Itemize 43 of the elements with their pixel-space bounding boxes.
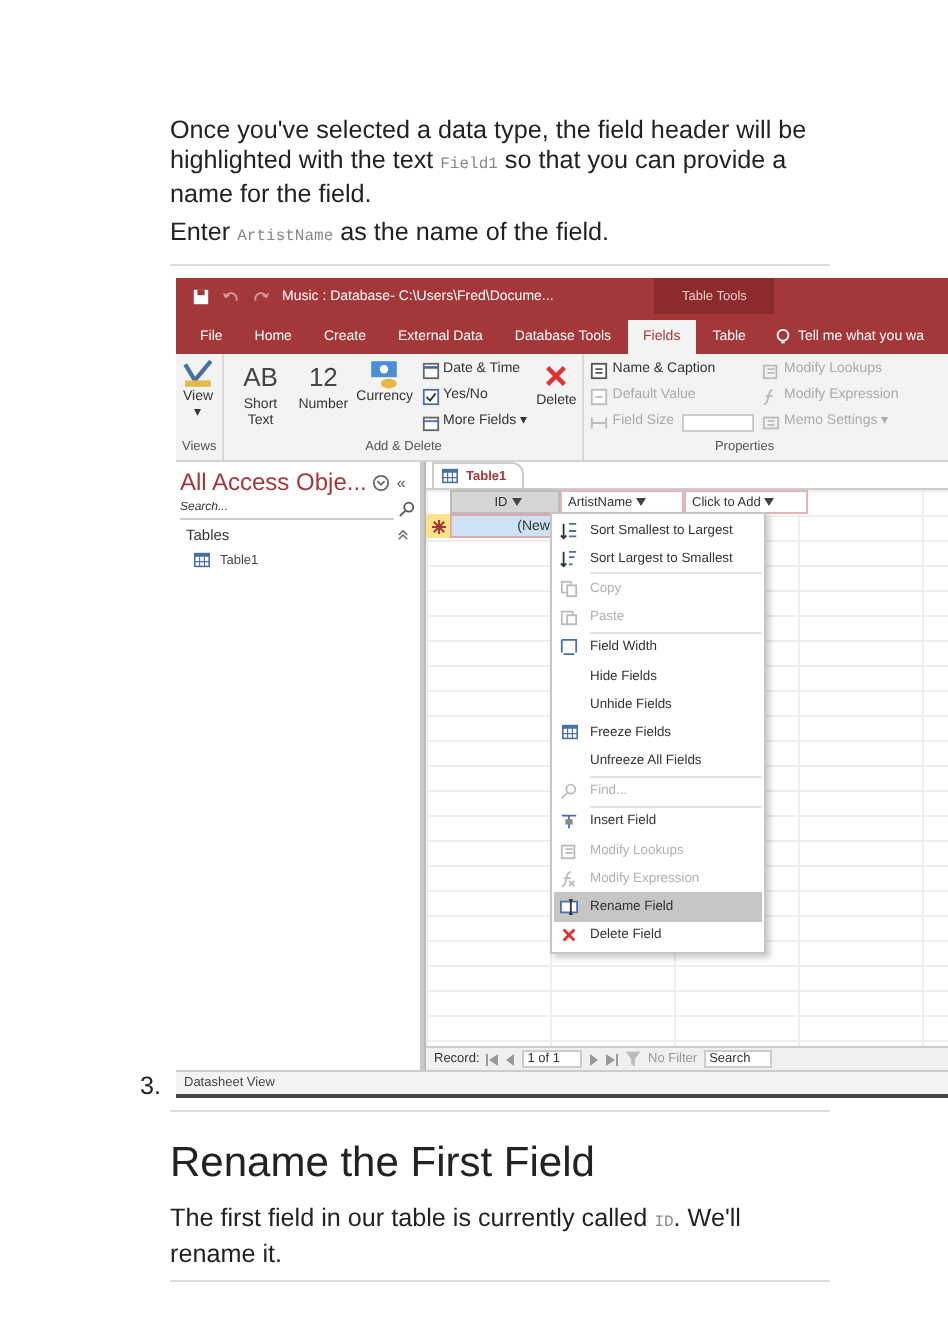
lightbulb-icon bbox=[773, 328, 792, 346]
table-icon bbox=[440, 468, 460, 484]
previous-record-button[interactable] bbox=[503, 1053, 516, 1065]
field-width-icon bbox=[560, 638, 578, 657]
field-size-icon bbox=[590, 413, 609, 431]
function-icon bbox=[560, 869, 578, 888]
collapse-icon bbox=[396, 528, 410, 542]
paragraph: Once you've selected a data type, the field header will be highlighted with the text Field1 so that you can provide a name for the field. bbox=[170, 116, 809, 209]
next-record-button[interactable] bbox=[588, 1053, 601, 1065]
paragraph: Enter ArtistName as the name of the field. bbox=[170, 217, 612, 249]
pane-title: All Access Obje... bbox=[180, 468, 367, 496]
collapse-button[interactable]: « bbox=[396, 473, 406, 491]
lookup-icon bbox=[762, 361, 781, 379]
copy-icon bbox=[560, 579, 578, 598]
dropdown-icon bbox=[372, 473, 391, 491]
caption-icon bbox=[590, 361, 609, 379]
sort-descending-icon bbox=[560, 549, 578, 568]
save-icon bbox=[192, 287, 210, 305]
caret-icon bbox=[511, 498, 522, 506]
fields-icon bbox=[421, 413, 440, 431]
first-record-button[interactable] bbox=[485, 1053, 498, 1065]
caret-icon bbox=[764, 498, 775, 506]
sort-ascending-icon bbox=[560, 521, 578, 540]
redo-icon bbox=[252, 287, 270, 305]
last-record-button[interactable] bbox=[606, 1053, 619, 1065]
search-icon bbox=[560, 782, 578, 801]
paste-icon bbox=[560, 608, 578, 627]
table-icon bbox=[192, 552, 212, 568]
section-heading: Rename the First Field bbox=[170, 1140, 597, 1188]
freeze-icon bbox=[560, 723, 580, 740]
checkbox-icon bbox=[421, 387, 440, 405]
step-number: 3. bbox=[140, 1074, 164, 1098]
delete-icon bbox=[560, 926, 578, 945]
new-record-icon bbox=[431, 519, 445, 533]
memo-icon bbox=[762, 413, 781, 431]
undo-icon bbox=[222, 287, 240, 305]
caret-icon bbox=[636, 498, 647, 506]
insert-field-icon bbox=[560, 812, 578, 831]
rename-icon bbox=[560, 898, 578, 917]
default-value-icon bbox=[590, 387, 609, 405]
lookup-icon bbox=[560, 841, 578, 860]
paragraph: The first field in our table is currently called ID. We'll rename it. bbox=[170, 1204, 743, 1268]
search-icon bbox=[398, 500, 416, 518]
